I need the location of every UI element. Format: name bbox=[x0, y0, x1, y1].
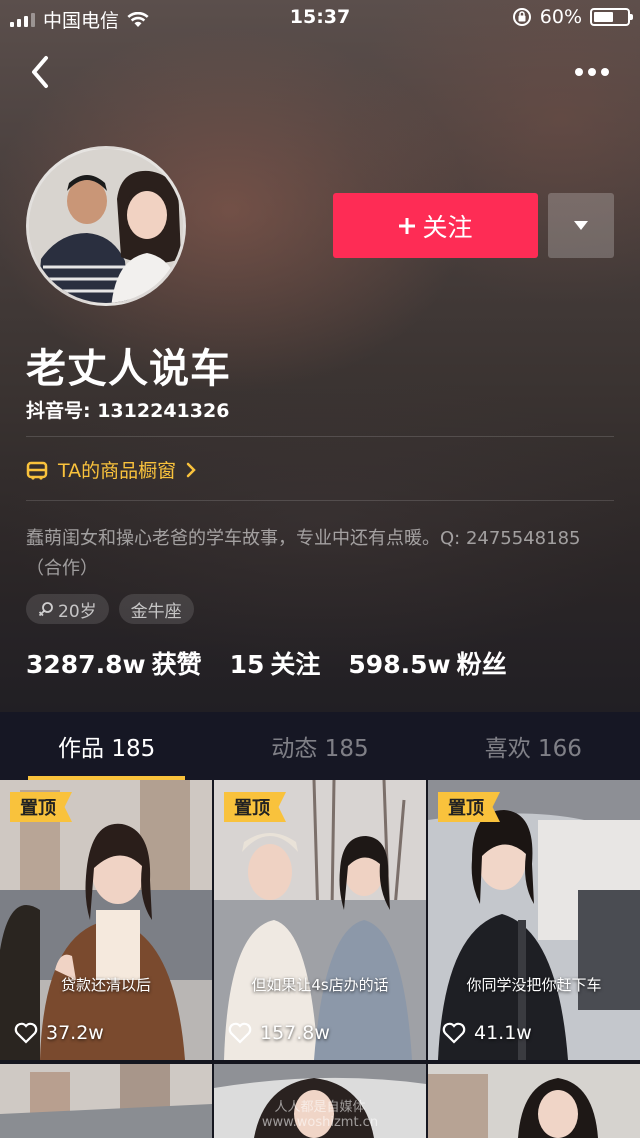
video-likes: 157.8w bbox=[228, 1022, 330, 1044]
divider bbox=[26, 500, 614, 501]
video-thumbnail[interactable]: 置顶 但如果让4s店办的话 157.8w bbox=[214, 780, 426, 1060]
tab-activity[interactable]: 动态 185 bbox=[213, 712, 426, 780]
triangle-down-icon bbox=[574, 220, 588, 230]
tab-likes[interactable]: 喜欢 166 bbox=[427, 712, 640, 780]
heart-icon bbox=[228, 1022, 252, 1044]
battery-percent: 60% bbox=[539, 6, 582, 28]
stat-fans[interactable]: 598.5w 粉丝 bbox=[348, 645, 506, 681]
profile-tags: 20岁 金牛座 bbox=[26, 594, 194, 624]
video-thumbnail[interactable]: 置顶 贷款还清以后 37.2w bbox=[0, 780, 212, 1060]
profile-tabbar: 作品 185 动态 185 喜欢 166 bbox=[0, 712, 640, 780]
stat-likes[interactable]: 3287.8w 获赞 bbox=[26, 645, 202, 681]
stat-following-label: 关注 bbox=[270, 650, 321, 679]
watermark-line1: 人人都是自媒体 bbox=[274, 1100, 366, 1115]
pinned-badge: 置顶 bbox=[10, 792, 72, 822]
status-bar: 中国电信 15:37 60% bbox=[0, 0, 640, 36]
profile-name: 老丈人说车 bbox=[26, 346, 231, 392]
heart-icon bbox=[442, 1022, 466, 1044]
battery-icon bbox=[590, 8, 633, 26]
video-thumbnail-image bbox=[428, 780, 640, 1060]
stat-fans-value: 598.5w bbox=[348, 650, 451, 679]
pinned-badge: 置顶 bbox=[438, 792, 500, 822]
pinned-badge: 置顶 bbox=[224, 792, 286, 822]
orientation-lock-icon bbox=[512, 8, 531, 26]
tag-age-label: 20岁 bbox=[58, 601, 97, 622]
watermark: 人人都是自媒体 www.woshizmt.cn bbox=[0, 1100, 640, 1130]
video-grid: 置顶 贷款还清以后 37.2w 置顶 但如果让4s店办的话 157.8w 置顶 … bbox=[0, 780, 640, 1138]
stat-following-value: 15 bbox=[229, 650, 265, 679]
video-caption: 但如果让4s店办的话 bbox=[251, 976, 389, 994]
more-dots-icon bbox=[575, 68, 609, 76]
female-icon bbox=[38, 602, 53, 617]
tag-age: 20岁 bbox=[26, 594, 109, 624]
watermark-line2: www.woshizmt.cn bbox=[261, 1115, 379, 1130]
follow-label: 关注 bbox=[422, 212, 473, 242]
video-thumbnail[interactable]: 置顶 你同学没把你赶下车 41.1w bbox=[428, 780, 640, 1060]
chevron-left-icon bbox=[32, 56, 48, 88]
plus-icon bbox=[399, 217, 416, 234]
douyin-id: 抖音号: 1312241326 bbox=[26, 400, 230, 422]
avatar[interactable] bbox=[26, 146, 186, 306]
tab-works[interactable]: 作品 185 bbox=[0, 712, 213, 780]
chevron-right-icon bbox=[186, 462, 196, 477]
heart-icon bbox=[14, 1022, 38, 1044]
stat-fans-label: 粉丝 bbox=[456, 650, 507, 679]
shop-label: TA的商品橱窗 bbox=[58, 460, 177, 482]
video-thumbnail-image bbox=[0, 780, 212, 1060]
stat-likes-value: 3287.8w bbox=[26, 650, 146, 679]
shop-cart-icon bbox=[26, 461, 48, 480]
tag-zodiac-label: 金牛座 bbox=[130, 601, 182, 622]
profile-stats: 3287.8w 获赞 15 关注 598.5w 粉丝 bbox=[26, 645, 507, 681]
stat-following[interactable]: 15 关注 bbox=[230, 645, 321, 681]
video-likes: 41.1w bbox=[442, 1022, 532, 1044]
stat-likes-label: 获赞 bbox=[151, 650, 202, 679]
status-right: 60% bbox=[512, 6, 633, 28]
avatar-photo bbox=[29, 149, 183, 303]
video-thumbnail-image bbox=[214, 780, 426, 1060]
video-likes-count: 37.2w bbox=[46, 1022, 104, 1044]
back-button[interactable] bbox=[24, 52, 58, 92]
shop-window-link[interactable]: TA的商品橱窗 bbox=[26, 456, 196, 483]
divider bbox=[26, 436, 614, 437]
more-button[interactable] bbox=[574, 62, 610, 82]
video-likes-count: 41.1w bbox=[474, 1022, 532, 1044]
video-caption: 贷款还清以后 bbox=[60, 976, 151, 994]
tag-zodiac: 金牛座 bbox=[118, 594, 194, 624]
video-likes-count: 157.8w bbox=[260, 1022, 330, 1044]
profile-bio: 蠢萌闺女和操心老爸的学车故事，专业中还有点暖。Q: 2475548185（合作） bbox=[26, 528, 581, 579]
video-caption: 你同学没把你赶下车 bbox=[466, 976, 602, 994]
video-likes: 37.2w bbox=[14, 1022, 104, 1044]
follow-button[interactable]: 关注 bbox=[333, 193, 538, 258]
recommend-dropdown-button[interactable] bbox=[548, 193, 614, 258]
